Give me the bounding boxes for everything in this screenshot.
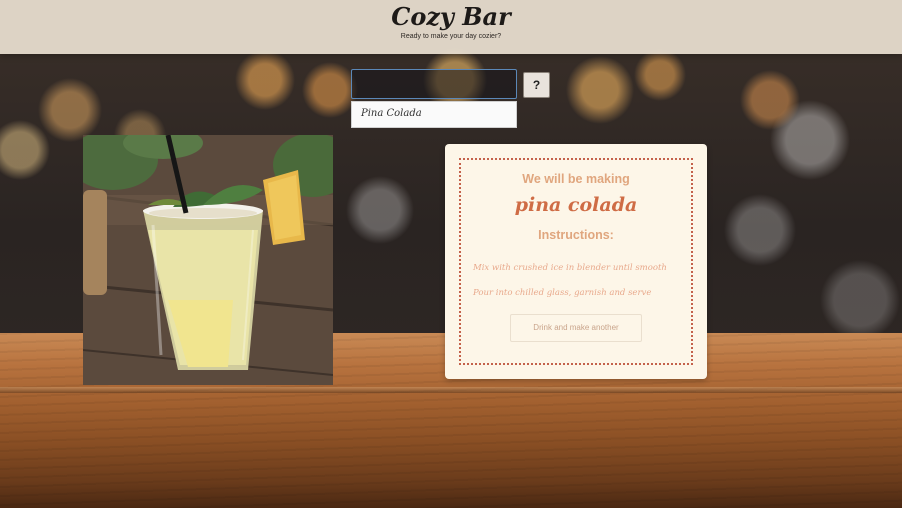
suggestion-item[interactable]: Pina Colada xyxy=(361,108,422,119)
recipe-card: We will be making pina colada Instructio… xyxy=(445,144,707,379)
instruction-step: Mix with crushed ice in blender until sm… xyxy=(473,263,667,273)
brand-subtitle: Ready to make your day cozier? xyxy=(400,33,502,40)
instruction-step: Pour into chilled glass, garnish and ser… xyxy=(473,288,652,298)
making-label: We will be making xyxy=(522,172,630,186)
header-bar: Cozy Bar Ready to make your day cozier? xyxy=(0,0,902,54)
drink-and-make-another-button[interactable]: Drink and make another xyxy=(510,314,642,342)
suggestion-dropdown: Pina Colada xyxy=(351,101,517,128)
drink-search-input[interactable] xyxy=(351,69,517,99)
counter-edge xyxy=(0,387,902,393)
question-mark-icon: ? xyxy=(532,78,541,92)
brand-title: Cozy Bar xyxy=(391,2,511,31)
drink-name: pina colada xyxy=(514,194,638,216)
cocktail-photo xyxy=(83,135,333,385)
help-button[interactable]: ? xyxy=(523,72,550,98)
instructions-heading: Instructions: xyxy=(538,228,614,242)
